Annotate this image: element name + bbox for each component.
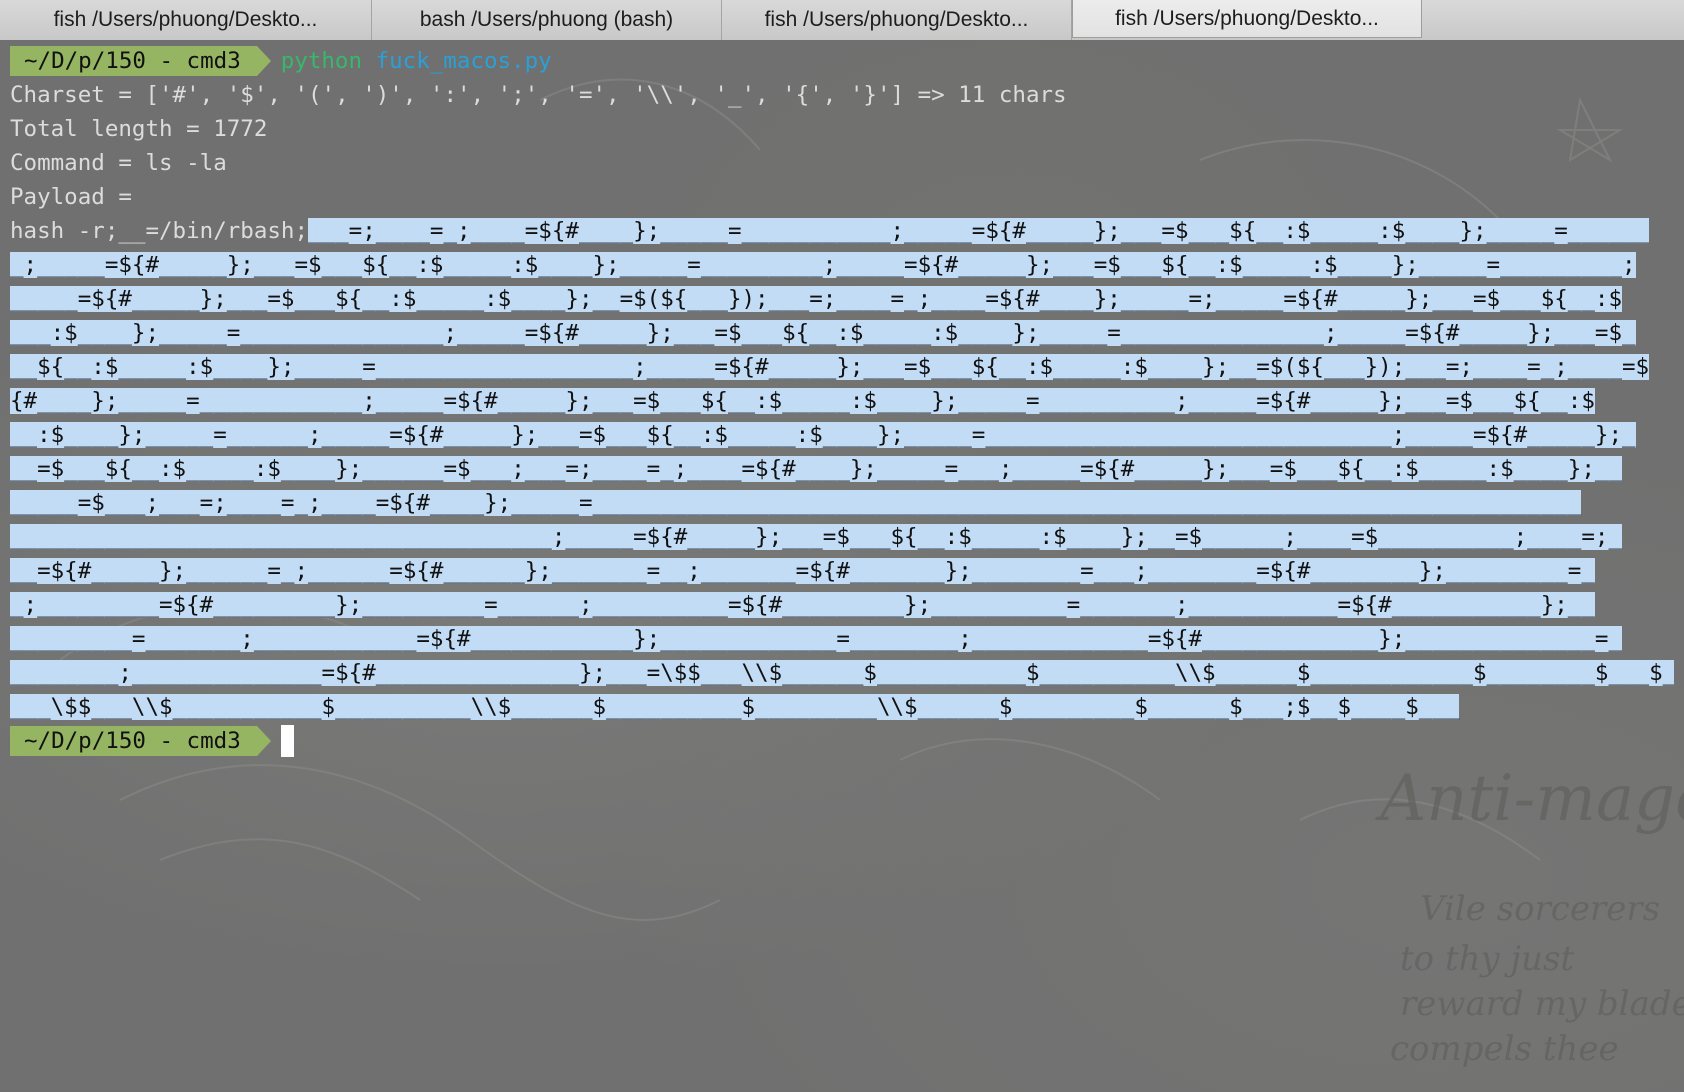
payload-first-line: hash -r;__=/bin/rbash;___=;____=_;____=$…	[10, 214, 1674, 248]
payload-prefix: hash -r;__=/bin/rbash;	[10, 218, 309, 244]
tab-bash[interactable]: bash /Users/phuong (bash)	[372, 0, 722, 40]
selected-payload-text[interactable]: __=${#_____};______=_;______=${#______};…	[10, 558, 1595, 584]
selected-payload-text[interactable]: ________________________________________…	[10, 524, 1622, 550]
selected-payload-text[interactable]: __:$____};_____=______;_____=${#_____};_…	[10, 422, 1636, 448]
svg-text:compels thee: compels thee	[1390, 1029, 1619, 1069]
output-line: Charset = ['#', '$', '(', ')', ':', ';',…	[10, 82, 1067, 108]
svg-text:reward my blade: reward my blade	[1400, 984, 1684, 1024]
payload-line: __=${#_____};______=_;______=${#______};…	[10, 554, 1674, 588]
payload-line: __:$____};_____=______;_____=${#_____};_…	[10, 418, 1674, 452]
command-name: python	[280, 48, 363, 74]
tab-bar: fish /Users/phuong/Deskto... bash /Users…	[0, 0, 1684, 41]
payload-line: _;_____=${#_____};___=$___${__:$_____:$_…	[10, 248, 1674, 282]
prompt-badge: ~/D/p/150 - cmd3	[10, 46, 271, 76]
tab-fish-1[interactable]: fish /Users/phuong/Deskto...	[0, 0, 372, 40]
selected-payload-text[interactable]: __${__:$_____:$____};_____=_____________…	[10, 354, 1650, 380]
payload-line: __${__:$_____:$____};_____=_____________…	[10, 350, 1674, 384]
svg-text:Anti-mage: Anti-mage	[1375, 762, 1684, 836]
payload-line: _;_________=${#_________};_________=____…	[10, 588, 1674, 622]
payload-line: ________;______________=${#_____________…	[10, 656, 1674, 690]
selected-payload-text[interactable]: _____=$___;___=;____=_;____=${#____};___…	[10, 490, 1582, 516]
payload-line: _____=$___;___=;____=_;____=${#____};___…	[10, 486, 1674, 520]
payload-line: ___\$$___\\$___________$__________\\$___…	[10, 690, 1674, 724]
final-prompt-line: ~/D/p/150 - cmd3	[10, 724, 1674, 758]
payload-line: _____=${#_____};___=$___${__:$_____:$___…	[10, 282, 1674, 316]
output-line: Payload =	[10, 184, 132, 210]
selected-payload-text[interactable]: __=$___${__:$_____:$____};______=$___;__…	[10, 456, 1622, 482]
selected-payload-text[interactable]: _;_________=${#_________};_________=____…	[10, 592, 1595, 618]
terminal-output[interactable]: ~/D/p/150 - cmd3 python fuck_macos.py Cha…	[10, 44, 1674, 758]
output-line: Command = ls -la	[10, 150, 227, 176]
payload-line: ________________________________________…	[10, 520, 1674, 554]
output-line: Total length = 1772	[10, 116, 268, 142]
selected-payload-text[interactable]: {#____};_____=____________;_____=${#____…	[10, 388, 1595, 414]
selected-payload-text[interactable]: _________=_______;____________=${#______…	[10, 626, 1622, 652]
prompt-badge: ~/D/p/150 - cmd3	[10, 726, 271, 756]
prompt-line: ~/D/p/150 - cmd3 python fuck_macos.py	[10, 44, 1674, 78]
svg-text:Vile sorcerers: Vile sorcerers	[1420, 889, 1660, 929]
text-cursor	[280, 725, 294, 757]
command-argument: fuck_macos.py	[375, 48, 552, 74]
payload-line: __=$___${__:$_____:$____};______=$___;__…	[10, 452, 1674, 486]
tab-fish-2[interactable]: fish /Users/phuong/Deskto...	[722, 0, 1072, 40]
selected-payload-text[interactable]: ___=;____=_;____=${#____};_____=________…	[308, 218, 1650, 244]
tab-fish-active[interactable]: fish /Users/phuong/Deskto...	[1072, 0, 1422, 38]
selected-payload-text[interactable]: ___:$____};_____=_______________;_____=$…	[10, 320, 1636, 346]
payload-line: ___:$____};_____=_______________;_____=$…	[10, 316, 1674, 350]
payload-line: {#____};_____=____________;_____=${#____…	[10, 384, 1674, 418]
selected-payload-text[interactable]: ___\$$___\\$___________$__________\\$___…	[10, 694, 1460, 720]
selected-payload-text[interactable]: _;_____=${#_____};___=$___${__:$_____:$_…	[10, 252, 1636, 278]
selected-payload-text[interactable]: ________;______________=${#_____________…	[10, 660, 1674, 686]
payload-line: _________=_______;____________=${#______…	[10, 622, 1674, 656]
selected-payload-text[interactable]: _____=${#_____};___=$___${__:$_____:$___…	[10, 286, 1622, 312]
svg-text:to thy just: to thy just	[1400, 939, 1574, 979]
